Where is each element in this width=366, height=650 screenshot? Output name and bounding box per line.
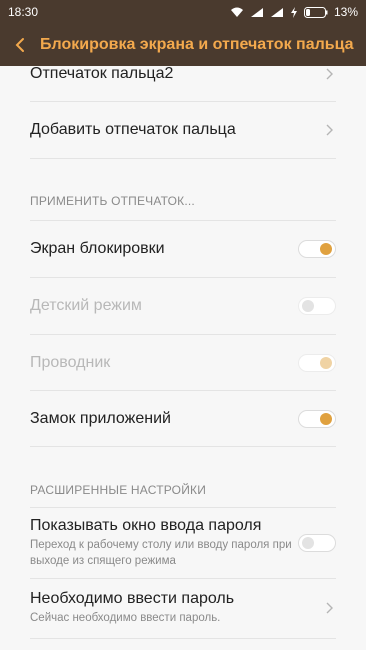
divider [30, 446, 336, 447]
toggle-knob [302, 537, 314, 549]
lock-screen-label: Экран блокировки [30, 240, 165, 257]
fingerprint-2-item[interactable]: Отпечаток пальца2 [0, 66, 366, 88]
toggle-knob [320, 413, 332, 425]
status-time: 18:30 [8, 5, 39, 19]
wifi-icon [230, 7, 244, 18]
chevron-right-icon [326, 124, 333, 136]
show-password-item[interactable]: Показывать окно ввода пароля Переход к р… [0, 508, 366, 578]
settings-list[interactable]: Отпечаток пальца2 Добавить отпечаток пал… [0, 66, 366, 650]
battery-icon [303, 6, 328, 18]
signal-icon [250, 7, 264, 18]
section-header-advanced: РАСШИРЕННЫЕ НАСТРОЙКИ [30, 483, 207, 497]
toggle-knob [320, 357, 332, 369]
toggle-row-app-lock[interactable]: Замок приложений [0, 391, 366, 447]
page-title: Блокировка экрана и отпечаток пальца [40, 36, 354, 53]
toggle-row-kids-mode: Детский режим [0, 278, 366, 334]
kids-mode-label: Детский режим [30, 297, 142, 314]
divider [30, 638, 336, 639]
require-password-description: Сейчас необходимо ввести пароль. [30, 612, 221, 624]
explorer-toggle [298, 354, 336, 372]
toggle-knob [302, 300, 314, 312]
explorer-label: Проводник [30, 354, 111, 371]
charging-icon [290, 6, 298, 18]
back-button[interactable] [14, 30, 34, 60]
show-password-description: Переход к рабочему столу или вводу парол… [30, 539, 292, 567]
show-password-label: Показывать окно ввода пароля [30, 517, 262, 534]
toggle-row-explorer: Проводник [0, 335, 366, 391]
back-arrow-icon [15, 38, 24, 52]
require-password-item[interactable]: Необходимо ввести пароль Сейчас необходи… [0, 579, 366, 637]
app-lock-toggle[interactable] [298, 410, 336, 428]
toggle-knob [320, 243, 332, 255]
app-lock-label: Замок приложений [30, 410, 171, 427]
status-icons: 13% [230, 5, 358, 19]
add-fingerprint-item[interactable]: Добавить отпечаток пальца [0, 102, 366, 158]
divider [30, 158, 336, 159]
chevron-right-icon [326, 68, 333, 80]
require-password-label: Необходимо ввести пароль [30, 590, 235, 607]
status-bar: 18:30 13% [0, 0, 366, 24]
lock-screen-toggle[interactable] [298, 240, 336, 258]
signal-icon-2 [270, 7, 284, 18]
title-bar: Блокировка экрана и отпечаток пальца [0, 24, 366, 66]
show-password-toggle[interactable] [298, 534, 336, 552]
chevron-right-icon [326, 602, 333, 614]
toggle-row-lock-screen[interactable]: Экран блокировки [0, 221, 366, 277]
add-fingerprint-label: Добавить отпечаток пальца [30, 121, 236, 138]
section-header-apply: ПРИМЕНИТЬ ОТПЕЧАТОК... [30, 194, 195, 208]
kids-mode-toggle [298, 297, 336, 315]
fingerprint-2-label: Отпечаток пальца2 [30, 66, 174, 82]
battery-percent: 13% [333, 5, 358, 19]
